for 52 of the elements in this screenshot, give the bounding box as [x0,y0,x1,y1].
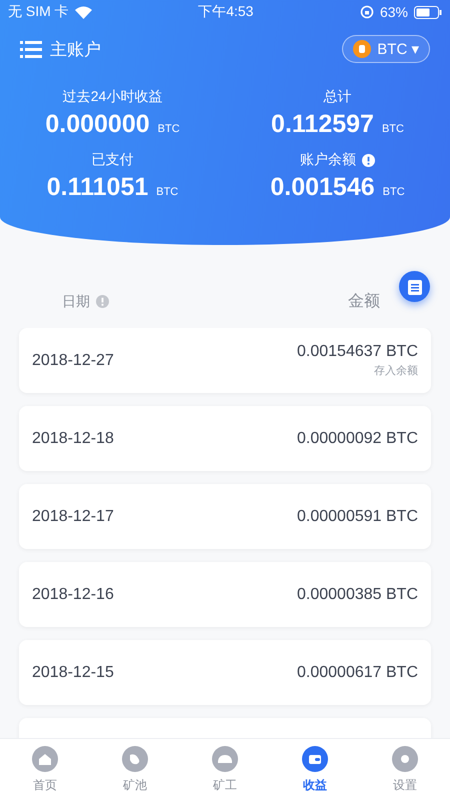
date-text: 2018-12-15 [32,664,114,682]
stat-label: 账户余额 [300,151,356,169]
stat-unit: BTC [156,186,178,198]
note-text: 存入余额 [374,364,418,378]
amount-text: 0.00000092 BTC [297,430,418,448]
tab-item[interactable]: 设置 [360,739,450,800]
settings-icon [392,746,418,772]
tab-item[interactable]: 矿池 [90,739,180,800]
amount-text: 0.00000591 BTC [297,508,418,526]
stat-unit: BTC [382,123,404,135]
carrier-text: 无 SIM 卡 [8,3,69,21]
home-icon [32,746,58,772]
date-text: 2018-12-27 [32,352,114,370]
earning-card[interactable]: 2018-12-18 0.00000092 BTC [19,406,431,471]
coin-selector[interactable]: BTC ▾ [342,35,430,63]
stat-label: 已支付 [92,151,134,169]
stat-value: 0.000000 [45,110,150,139]
date-text: 2018-12-18 [32,430,114,448]
battery-icon [414,6,442,18]
tab-item[interactable]: 矿工 [180,739,270,800]
info-icon [96,295,109,308]
miner-icon [212,746,238,772]
earning-card[interactable]: 2018-12-17 0.00000591 BTC [19,484,431,549]
wallet-icon [302,746,328,772]
notepad-icon [406,278,422,295]
info-icon [362,154,375,166]
notepad-button[interactable] [399,271,430,302]
stat-unit: BTC [158,123,180,135]
tab-item[interactable]: 首页 [0,739,90,800]
date-text: 2018-12-17 [32,508,114,526]
earning-card[interactable]: 2018-12-27 0.00154637 BTC 存入余额 [19,328,431,393]
stat-label: 过去24小时收益 [62,88,162,106]
wifi-icon [74,6,92,18]
menu-icon[interactable] [20,40,42,58]
battery-text: 63% [380,4,408,20]
column-header: 日期 [62,292,90,310]
amount-text: 0.00000617 BTC [297,664,418,682]
tab-item[interactable]: 收益 [270,739,360,800]
date-text: 2018-12-16 [32,586,114,604]
stat-unit: BTC [382,186,405,198]
amount-text: 0.00000385 BTC [297,586,418,604]
earning-card[interactable]: 2018-12-16 0.00000385 BTC [19,562,431,627]
column-header: 金额 [348,292,380,312]
stat-value: 0.112597 [271,110,374,139]
stat-value: 0.111051 [46,173,148,202]
account-title: 主账户 [50,38,101,60]
stat-label: 总计 [324,88,352,106]
amount-text: 0.00154637 BTC [297,343,418,361]
stat-value: 0.001546 [270,173,375,202]
rotation-lock-icon [360,5,374,19]
clock-text: 下午4:53 [198,3,254,21]
earning-card[interactable]: 2018-12-15 0.00000617 BTC [19,640,431,705]
